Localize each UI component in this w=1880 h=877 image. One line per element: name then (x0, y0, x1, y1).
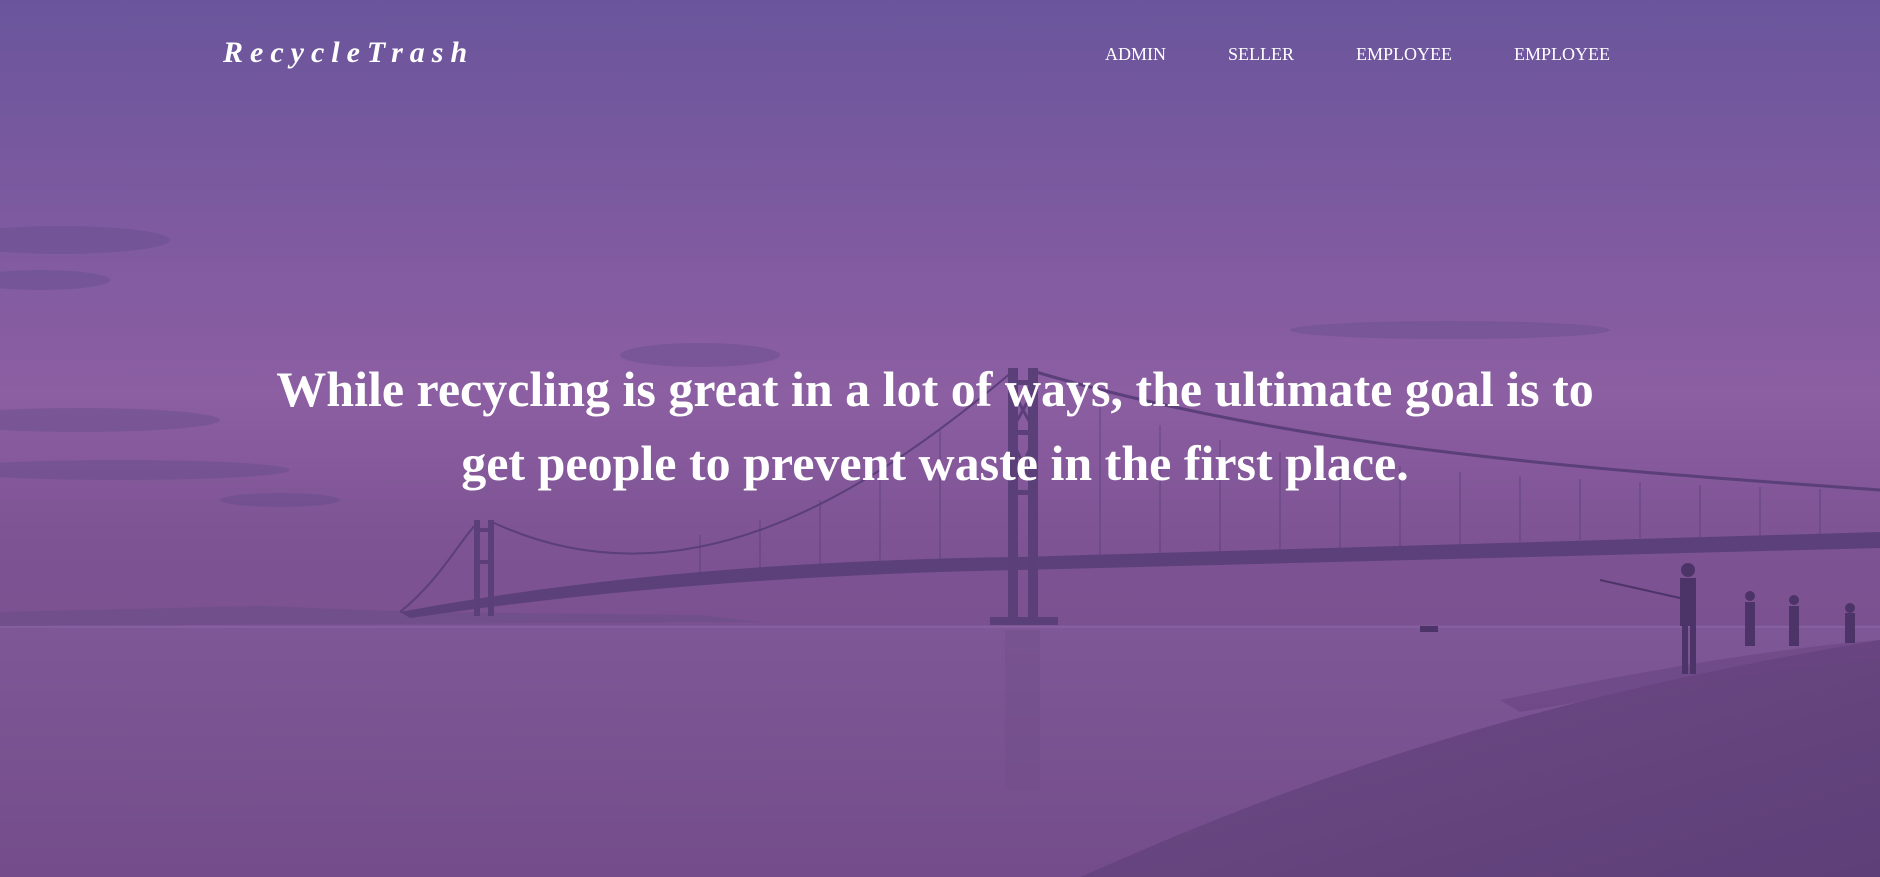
nav-link-admin[interactable]: ADMIN (1105, 44, 1166, 64)
hero-headline: While recycling is great in a lot of way… (276, 361, 1594, 491)
hero-section: RecycleTrash ADMIN SELLER EMPLOYEE EMPLO… (0, 0, 1880, 877)
nav-link-employee[interactable]: EMPLOYEE (1356, 44, 1452, 64)
nav-item-seller: SELLER (1228, 44, 1294, 65)
nav-item-admin: ADMIN (1105, 44, 1166, 65)
nav-link-employee-2[interactable]: EMPLOYEE (1514, 44, 1610, 64)
nav-menu: ADMIN SELLER EMPLOYEE EMPLOYEE (1105, 44, 1610, 65)
nav-item-employee-2: EMPLOYEE (1514, 44, 1610, 65)
nav-item-employee: EMPLOYEE (1356, 44, 1452, 65)
nav-link-seller[interactable]: SELLER (1228, 44, 1294, 64)
brand-logo[interactable]: RecycleTrash (223, 36, 474, 70)
navbar: RecycleTrash ADMIN SELLER EMPLOYEE EMPLO… (0, 0, 1880, 110)
